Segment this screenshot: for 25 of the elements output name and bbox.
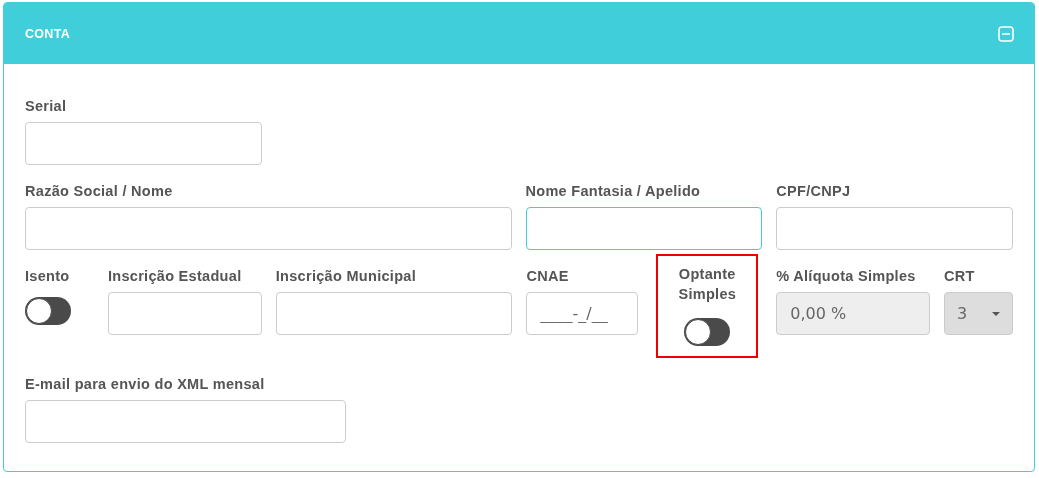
field-label: Inscrição Municipal [275, 267, 416, 286]
toggle-switch[interactable] [25, 297, 71, 325]
field-label: Nome Fantasia / Apelido [525, 182, 701, 201]
field-label: Serial [25, 97, 67, 116]
field-label: Razão Social / Nome [25, 182, 173, 201]
input-field[interactable] [275, 292, 513, 335]
input-field[interactable] [776, 207, 1013, 250]
toggle-switch[interactable] [684, 318, 731, 346]
input-field[interactable]: ____-_/__ [526, 292, 639, 335]
field-label: CNAE [526, 267, 569, 286]
field-label: % Alíquota Simples [776, 267, 916, 286]
field-label: Inscrição Estadual [107, 267, 242, 286]
field-label: Isento [25, 267, 70, 286]
panel-title: CONTA [25, 26, 70, 41]
field-label: CPF/CNPJ [776, 182, 851, 201]
input-field[interactable] [525, 207, 763, 250]
field-label: Optante Simples [677, 265, 738, 304]
input-field[interactable] [25, 207, 512, 250]
caret-icon [992, 311, 1000, 316]
collapse-icon[interactable] [998, 25, 1014, 42]
input-field[interactable] [107, 292, 262, 335]
field-label: CRT [944, 267, 975, 286]
input-field[interactable] [25, 400, 346, 443]
input-field[interactable] [25, 122, 262, 165]
field-label: E-mail para envio do XML mensal [25, 375, 265, 394]
